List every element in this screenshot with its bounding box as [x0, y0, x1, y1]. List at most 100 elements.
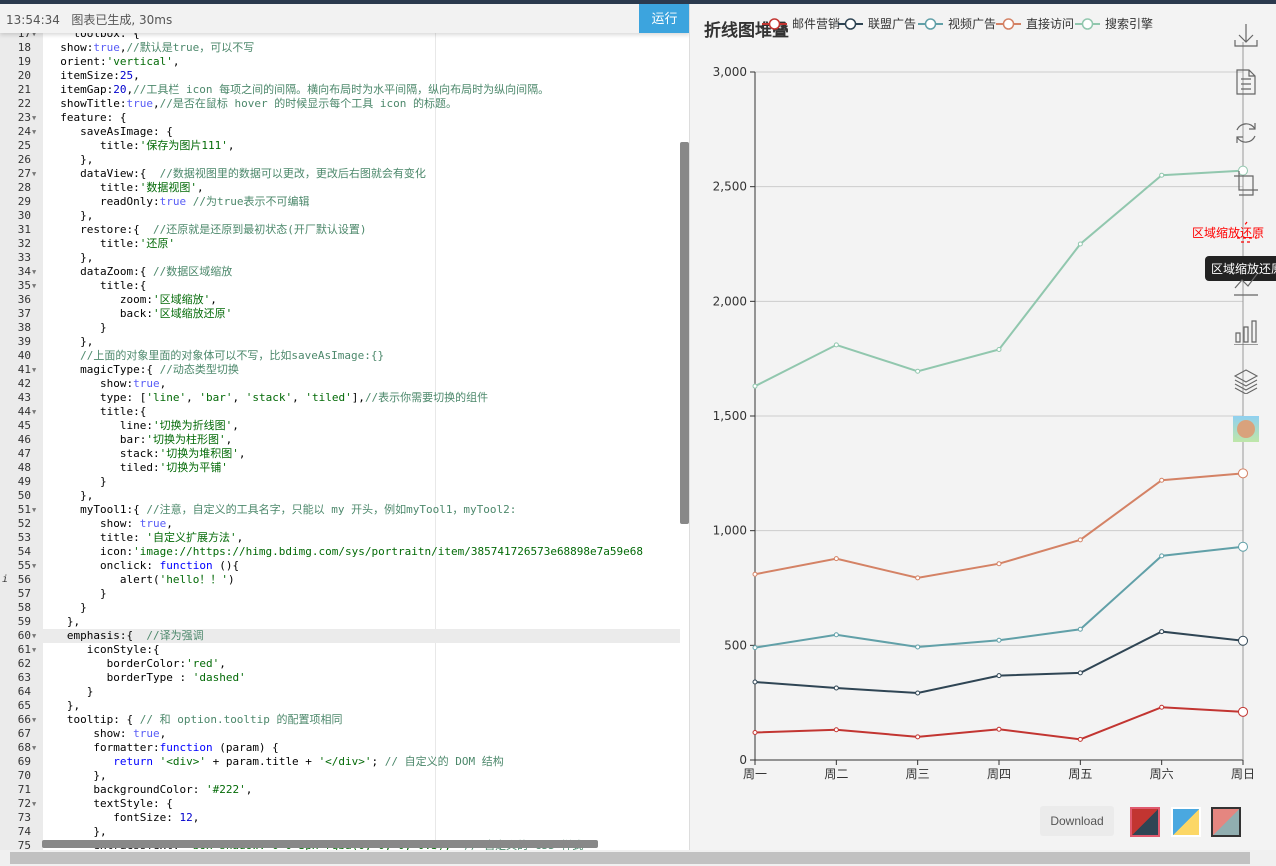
code-line[interactable]: 38 }	[0, 321, 680, 335]
code-line[interactable]: 40 //上面的对象里面的对象体可以不写，比如saveAsImage:{}	[0, 349, 680, 363]
code-line[interactable]: 54 icon:'image://https://himg.bdimg.com/…	[0, 545, 680, 559]
page-horizontal-scrollbar[interactable]	[0, 850, 1276, 866]
code-line[interactable]: 24 ▼ saveAsImage: {	[0, 125, 680, 139]
fold-toggle-icon[interactable]: ▼	[32, 559, 36, 573]
code-line[interactable]: 67 show: true,	[0, 727, 680, 741]
code-line[interactable]: 47 stack:'切换为堆积图',	[0, 447, 680, 461]
code-line[interactable]: 23 ▼ feature: {	[0, 111, 680, 125]
fold-toggle-icon[interactable]: ▼	[32, 167, 36, 181]
code-line[interactable]: 49 }	[0, 475, 680, 489]
legend-item[interactable]: 搜索引擎	[1075, 15, 1153, 32]
code-area[interactable]: 17 ▼ toolbox: {18 show:true,//默认是true，可以不…	[0, 27, 680, 850]
data-point[interactable]	[752, 679, 758, 685]
theme-swatch-blue-yellow[interactable]	[1171, 807, 1201, 837]
data-point[interactable]	[752, 571, 758, 577]
code-line[interactable]: 22 showTitle:true,//是否在鼠标 hover 的时候显示每个工…	[0, 97, 680, 111]
code-line[interactable]: 71 backgroundColor: '#222',	[0, 783, 680, 797]
code-line[interactable]: 19 orient:'vertical',	[0, 55, 680, 69]
data-point[interactable]	[1077, 537, 1083, 543]
bar-chart-icon[interactable]	[1233, 319, 1259, 345]
fold-toggle-icon[interactable]: ▼	[32, 265, 36, 279]
info-marker-icon[interactable]: i	[2, 573, 8, 587]
data-point[interactable]	[996, 726, 1002, 732]
code-line[interactable]: 55 ▼ onclick: function (){	[0, 559, 680, 573]
data-point[interactable]	[752, 383, 758, 389]
code-line[interactable]: 69 return '<div>' + param.title + '</div…	[0, 755, 680, 769]
code-line[interactable]: 74 },	[0, 825, 680, 839]
data-point[interactable]	[833, 727, 839, 733]
code-line[interactable]: 35 ▼ title:{	[0, 279, 680, 293]
data-point[interactable]	[833, 342, 839, 348]
legend-item[interactable]: 邮件营销	[762, 15, 840, 32]
code-line[interactable]: 70 },	[0, 769, 680, 783]
fold-toggle-icon[interactable]: ▼	[32, 405, 36, 419]
code-line[interactable]: 58 }	[0, 601, 680, 615]
data-point[interactable]	[752, 645, 758, 651]
data-point[interactable]	[1159, 553, 1165, 559]
run-button[interactable]: 运行	[639, 4, 689, 33]
data-point[interactable]	[915, 368, 921, 374]
legend-item[interactable]: 直接访问	[996, 15, 1074, 32]
code-line[interactable]: 50 },	[0, 489, 680, 503]
fold-toggle-icon[interactable]: ▼	[32, 741, 36, 755]
fold-toggle-icon[interactable]: ▼	[32, 713, 36, 727]
data-point[interactable]	[833, 685, 839, 691]
data-point[interactable]	[1238, 706, 1248, 717]
code-line[interactable]: 26 },	[0, 153, 680, 167]
fold-toggle-icon[interactable]: ▼	[32, 643, 36, 657]
code-line[interactable]: 62 borderColor:'red',	[0, 657, 680, 671]
code-line[interactable]: 34 ▼ dataZoom:{ //数据区域缩放	[0, 265, 680, 279]
code-line[interactable]: 27 ▼ dataView:{ //数据视图里的数据可以更改，更改后右图就会有变化	[0, 167, 680, 181]
code-line[interactable]: 61 ▼ iconStyle:{	[0, 643, 680, 657]
editor-horizontal-scrollbar[interactable]	[42, 840, 598, 848]
data-point[interactable]	[1159, 477, 1165, 483]
legend-item[interactable]: 联盟广告	[838, 15, 916, 32]
page-scrollbar-thumb[interactable]	[10, 852, 1250, 864]
data-view-icon[interactable]	[1233, 69, 1259, 95]
data-point[interactable]	[1077, 736, 1083, 742]
chart-canvas[interactable]: 0 500 1,000 1,500 2,000 2,500 3,000 周一 周二 周三 周四 周五 周…	[690, 4, 1276, 850]
code-line[interactable]: 39 },	[0, 335, 680, 349]
data-point[interactable]	[1077, 241, 1083, 247]
series-line-4[interactable]	[754, 169, 1244, 388]
custom-image-icon[interactable]	[1233, 416, 1259, 442]
code-line[interactable]: 64 }	[0, 685, 680, 699]
download-button[interactable]: Download	[1040, 806, 1114, 836]
data-point[interactable]	[915, 575, 921, 581]
data-point[interactable]	[1238, 468, 1248, 479]
code-line[interactable]: 68 ▼ formatter:function (param) {	[0, 741, 680, 755]
data-point[interactable]	[833, 632, 839, 638]
fold-toggle-icon[interactable]: ▼	[32, 125, 36, 139]
data-point[interactable]	[996, 561, 1002, 567]
code-line[interactable]: 60 ▼ emphasis:{ //译为强调	[0, 629, 680, 643]
data-point[interactable]	[752, 729, 758, 735]
code-line[interactable]: 52 show: true,	[0, 517, 680, 531]
series-line-0[interactable]	[754, 706, 1244, 741]
legend-item[interactable]: 视频广告	[918, 15, 996, 32]
code-line[interactable]: 31 restore:{ //还原就是还原到最初状态(开厂默认设置)	[0, 223, 680, 237]
code-line[interactable]: 36 zoom:'区域缩放',	[0, 293, 680, 307]
fold-toggle-icon[interactable]: ▼	[32, 111, 36, 125]
code-line[interactable]: 48 tiled:'切换为平铺'	[0, 461, 680, 475]
code-line[interactable]: 42 show:true,	[0, 377, 680, 391]
code-line[interactable]: 28 title:'数据视图',	[0, 181, 680, 195]
code-line[interactable]: 51 ▼ myTool1:{ //注意，自定义的工具名字，只能以 my 开头，例如…	[0, 503, 680, 517]
data-point[interactable]	[1159, 704, 1165, 710]
code-line[interactable]: 32 title:'还原'	[0, 237, 680, 251]
code-line[interactable]: 57 }	[0, 587, 680, 601]
theme-swatch-pink-gray[interactable]	[1211, 807, 1241, 837]
restore-icon[interactable]	[1233, 120, 1259, 146]
data-point[interactable]	[996, 637, 1002, 643]
code-line[interactable]: 46 bar:'切换为柱形图',	[0, 433, 680, 447]
stack-icon[interactable]	[1233, 368, 1259, 394]
code-line[interactable]: 56 i alert('hello！！')	[0, 573, 680, 587]
download-icon[interactable]	[1233, 22, 1259, 48]
data-point[interactable]	[915, 690, 921, 696]
data-point[interactable]	[915, 734, 921, 740]
data-point[interactable]	[1159, 629, 1165, 635]
fold-toggle-icon[interactable]: ▼	[32, 797, 36, 811]
data-point[interactable]	[1077, 626, 1083, 632]
code-line[interactable]: 45 line:'切换为折线图',	[0, 419, 680, 433]
code-line[interactable]: 37 back:'区域缩放还原'	[0, 307, 680, 321]
code-line[interactable]: 44 ▼ title:{	[0, 405, 680, 419]
